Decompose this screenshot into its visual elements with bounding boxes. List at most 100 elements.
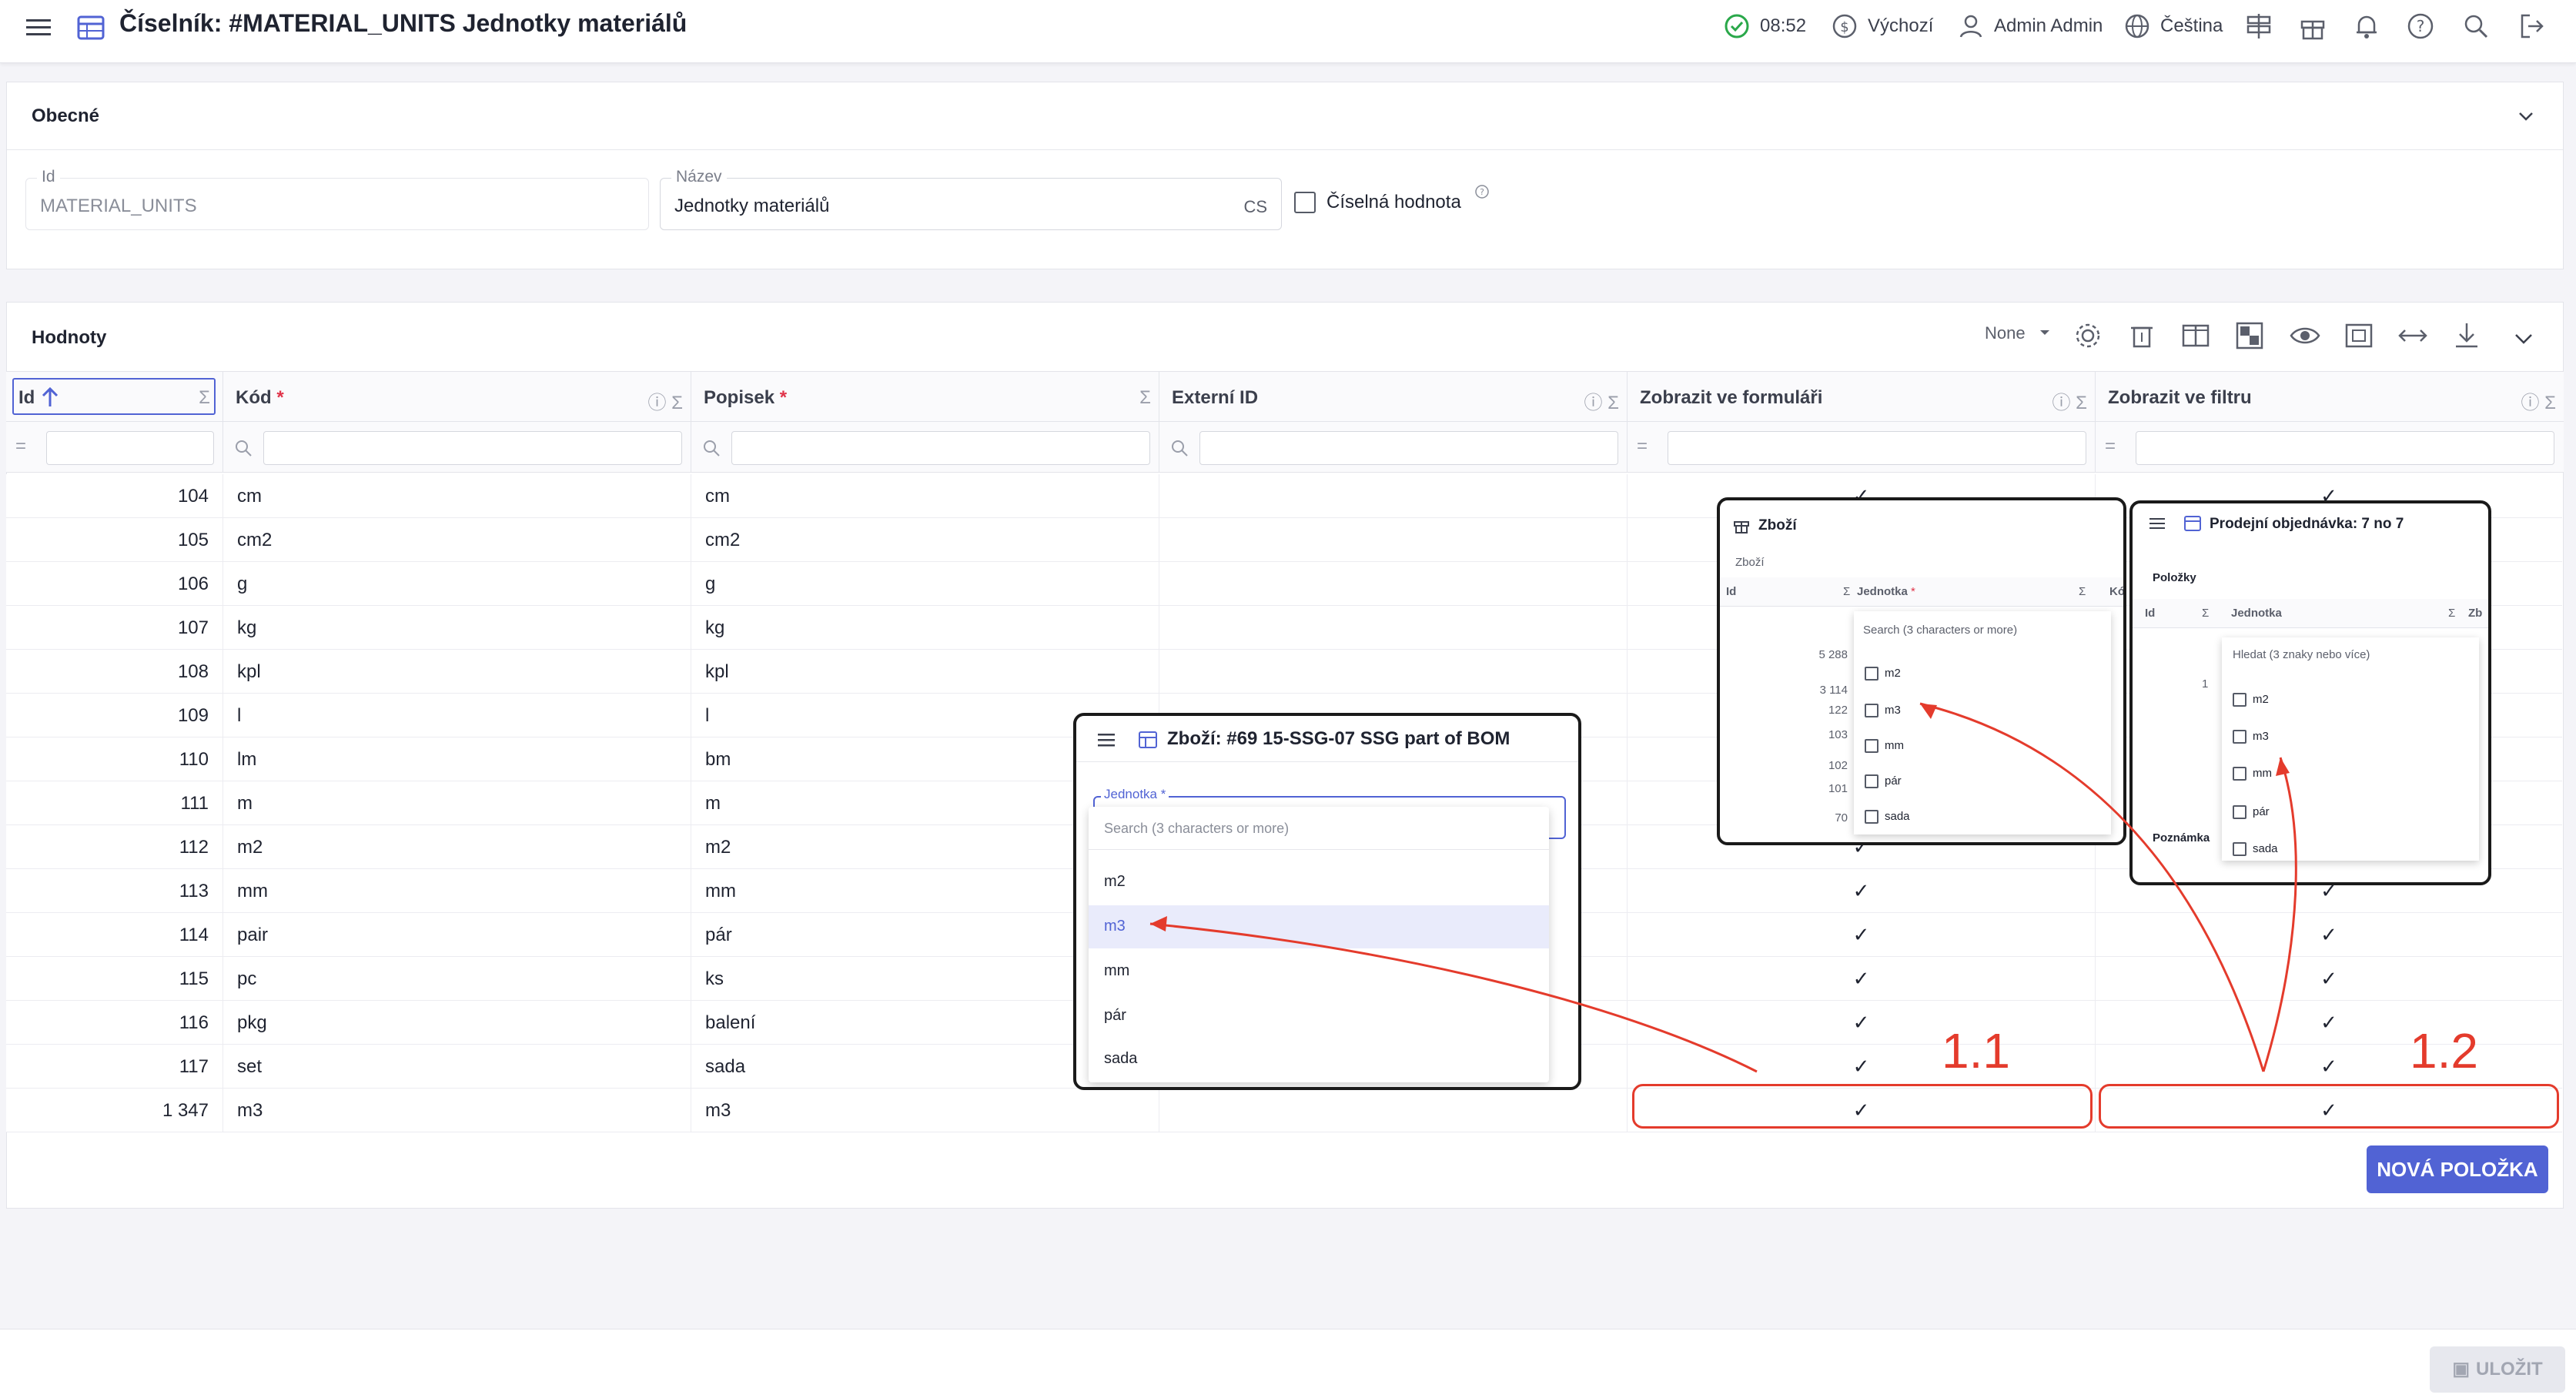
svg-text:?: ? xyxy=(1480,187,1484,197)
general-panel-header[interactable]: Obecné xyxy=(7,82,2563,150)
logout-icon[interactable] xyxy=(2516,11,2547,42)
name-field[interactable]: Název Jednotky materiálů CS xyxy=(660,168,1282,230)
dropdown-search[interactable]: Search (3 characters or more) xyxy=(1089,807,1549,850)
cell-code: m xyxy=(223,781,691,825)
cell-id: 106 xyxy=(6,562,223,606)
caret-down-icon xyxy=(2040,330,2049,335)
sort-up-arrow-icon[interactable] xyxy=(40,386,60,409)
cell-show-in-filter[interactable]: ✓ xyxy=(2096,1001,2562,1045)
cell-show-in-form[interactable]: ✓ xyxy=(1628,913,2096,957)
cell-show-in-form[interactable]: ✓ xyxy=(1628,957,2096,1001)
filter-input-code[interactable] xyxy=(263,431,682,465)
sum-icon: Σ xyxy=(2202,607,2210,620)
cell-show-in-filter[interactable]: ✓ xyxy=(2096,957,2562,1001)
dropdown-option-selected[interactable]: m3 xyxy=(1089,905,1549,948)
cell-code: pair xyxy=(223,913,691,957)
general-panel-title: Obecné xyxy=(32,105,100,126)
filter-input-show-in-form[interactable] xyxy=(1668,431,2086,465)
filter-input-id[interactable] xyxy=(46,431,214,465)
save-button[interactable]: ▣ ULOŽIT xyxy=(2430,1346,2565,1393)
fit-screen-icon[interactable] xyxy=(2342,319,2376,353)
help-sum-icons[interactable]: ⓘ Σ xyxy=(1584,387,1619,414)
column-header-id[interactable]: Id Σ xyxy=(6,372,223,423)
dropdown-option[interactable]: m2 xyxy=(1089,862,1549,905)
option-checkbox[interactable] xyxy=(2233,842,2246,856)
filter-input-show-in-filter[interactable] xyxy=(2136,431,2554,465)
sum-icon[interactable]: Σ xyxy=(1139,387,1151,409)
delete-export-icon[interactable] xyxy=(2125,319,2159,353)
help-sum-icons[interactable]: ⓘ Σ xyxy=(2052,387,2087,414)
option-checkbox[interactable] xyxy=(1865,739,1878,753)
language-selector[interactable]: Čeština xyxy=(2123,11,2223,42)
cell-code: pc xyxy=(223,957,691,1001)
eye-icon[interactable] xyxy=(2288,319,2322,353)
option-checkbox[interactable] xyxy=(2233,693,2246,707)
user-menu[interactable]: Admin Admin xyxy=(1957,11,2103,42)
column-header-external-id[interactable]: Externí ID ⓘ Σ xyxy=(1159,372,1628,423)
filter-cell-show-in-form: = xyxy=(1628,422,2096,473)
dropdown-option[interactable]: sada xyxy=(1089,1039,1549,1082)
download-icon[interactable] xyxy=(2450,319,2484,353)
cell-show-in-form[interactable]: ✓ xyxy=(1628,1045,2096,1089)
bell-icon[interactable] xyxy=(2351,11,2382,42)
option-checkbox[interactable] xyxy=(2233,730,2246,744)
equals-icon[interactable]: = xyxy=(2105,436,2116,457)
option-label: mm xyxy=(1104,962,1130,979)
hamburger-menu-icon[interactable] xyxy=(2148,514,2166,533)
id-field: Id MATERIAL_UNITS xyxy=(25,168,649,230)
goods-col-unit: Jednotka xyxy=(1857,585,1908,598)
filter-input-description[interactable] xyxy=(731,431,1150,465)
cell-code: kpl xyxy=(223,650,691,694)
dropdown-option[interactable]: pár xyxy=(1089,995,1549,1038)
layout-icon[interactable] xyxy=(2233,319,2267,353)
option-checkbox[interactable] xyxy=(1865,667,1878,681)
hamburger-menu-icon[interactable] xyxy=(1096,730,1116,750)
cell-show-in-form[interactable]: ✓ xyxy=(1628,869,2096,913)
width-arrows-icon[interactable] xyxy=(2396,319,2430,353)
option-checkbox[interactable] xyxy=(1865,774,1878,788)
cell-show-in-form[interactable]: ✓ xyxy=(1628,1001,2096,1045)
column-header-show-in-filter[interactable]: Zobrazit ve filtru ⓘ Σ xyxy=(2096,372,2564,423)
inset-form-title: Zboží: #69 15-SSG-07 SSG part of BOM xyxy=(1167,728,1510,749)
dropdown-option[interactable]: mm xyxy=(1089,950,1549,993)
help-sum-icons[interactable]: ⓘ Σ xyxy=(2521,387,2556,414)
option-checkbox[interactable] xyxy=(2233,767,2246,781)
settings-gear-icon[interactable] xyxy=(2071,319,2105,353)
signpost-icon[interactable] xyxy=(2243,11,2274,42)
cell-id: 117 xyxy=(6,1045,223,1089)
id-label: Id xyxy=(37,168,60,186)
option-checkbox[interactable] xyxy=(1865,810,1878,824)
option-checkbox[interactable] xyxy=(1865,704,1878,717)
cell-code: l xyxy=(223,694,691,737)
table-icon xyxy=(1139,731,1157,748)
columns-icon[interactable] xyxy=(2179,319,2213,353)
sum-icon[interactable]: Σ xyxy=(199,387,210,409)
option-label: m2 xyxy=(1104,873,1126,890)
page-size-select[interactable]: None xyxy=(1985,323,2049,343)
chevron-down-icon[interactable] xyxy=(2514,104,2538,129)
goods-id: 70 xyxy=(1835,811,1848,824)
help-sum-icons[interactable]: ⓘ Σ xyxy=(647,387,683,414)
column-header-code[interactable]: Kód * ⓘ Σ xyxy=(223,372,691,423)
search-icon[interactable] xyxy=(2461,11,2491,42)
numeric-value-checkbox[interactable] xyxy=(1294,192,1316,213)
inset-goods-title: Zboží xyxy=(1758,517,1797,533)
currency-selector[interactable]: $ Výchozí xyxy=(1831,11,1933,42)
filter-input-external-id[interactable] xyxy=(1199,431,1618,465)
gift-icon[interactable] xyxy=(2297,11,2328,42)
equals-icon[interactable]: = xyxy=(15,436,26,457)
equals-icon[interactable]: = xyxy=(1637,436,1648,457)
help-small-icon[interactable]: ? xyxy=(1474,184,1490,199)
option-checkbox[interactable] xyxy=(2233,805,2246,819)
cell-show-in-filter[interactable]: ✓ xyxy=(2096,913,2562,957)
column-header-description[interactable]: Popisek * Σ xyxy=(691,372,1159,423)
new-item-button[interactable]: NOVÁ POLOŽKA xyxy=(2367,1145,2548,1193)
cell-show-in-filter[interactable]: ✓ xyxy=(2096,1045,2562,1089)
help-icon[interactable]: ? xyxy=(2405,11,2436,42)
show-in-filter-header-label: Zobrazit ve filtru xyxy=(2108,387,2252,408)
language-code[interactable]: CS xyxy=(1243,197,1267,217)
hamburger-menu-icon[interactable] xyxy=(23,12,54,43)
column-header-show-in-form[interactable]: Zobrazit ve formuláři ⓘ Σ xyxy=(1628,372,2096,423)
collapse-chevron-icon[interactable] xyxy=(2507,322,2541,356)
option-label: m2 xyxy=(1885,667,1901,680)
